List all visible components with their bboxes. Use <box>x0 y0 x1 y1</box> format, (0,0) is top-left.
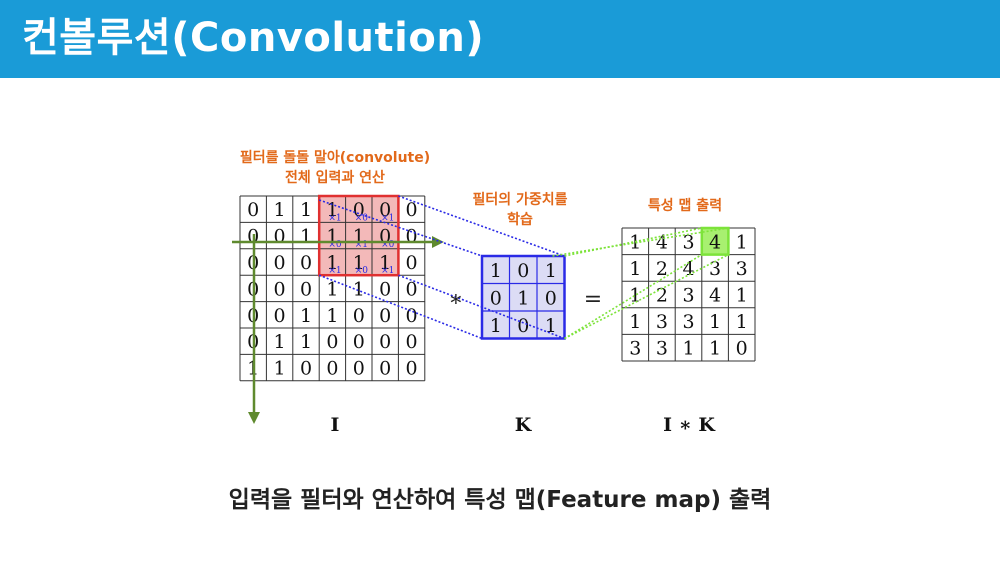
output-cell-value: 1 <box>629 258 641 280</box>
output-cell-value: 4 <box>656 231 668 253</box>
kernel-cell-value: 0 <box>490 287 502 309</box>
kernel-cell-value: 1 <box>517 287 529 309</box>
input-cell-value: 0 <box>274 226 286 248</box>
input-cell-value: 0 <box>274 305 286 327</box>
convolution-diagram: 0111000001110000011100001100001100001100… <box>232 194 756 436</box>
kernel-cell-value: 1 <box>545 260 557 282</box>
input-cell-value: 0 <box>406 252 418 274</box>
input-cell-value: 0 <box>274 278 286 300</box>
window-kernel-projection-line <box>398 195 565 257</box>
output-cell-value: 1 <box>629 311 641 333</box>
output-cell-value: 1 <box>682 338 694 360</box>
input-cell-value: 0 <box>406 331 418 353</box>
input-cell-value: 0 <box>274 252 286 274</box>
window-multiplier: ×1 <box>381 213 394 223</box>
input-cell-value: 1 <box>300 199 312 221</box>
kernel-label: K <box>515 414 533 436</box>
slide-caption: 입력을 필터와 연산하여 특성 맵(Feature map) 출력 <box>228 487 772 513</box>
input-cell-value: 1 <box>326 305 338 327</box>
kernel-cell-value: 0 <box>517 260 529 282</box>
input-cell-value: 0 <box>353 358 365 380</box>
output-cell-value: 1 <box>736 285 748 307</box>
convolution-operator: ∗ <box>449 287 464 312</box>
input-cell-value: 0 <box>406 305 418 327</box>
input-cell-value: 0 <box>353 331 365 353</box>
kernel-cell-value: 1 <box>490 260 502 282</box>
output-cell-value: 4 <box>709 285 721 307</box>
output-cell-value: 1 <box>709 338 721 360</box>
input-cell-value: 0 <box>300 252 312 274</box>
input-cell-value: 0 <box>406 278 418 300</box>
output-cell-value: 4 <box>682 258 694 280</box>
output-cell-value: 3 <box>629 338 641 360</box>
input-cell-value: 1 <box>353 278 365 300</box>
input-cell-value: 1 <box>274 331 286 353</box>
kernel-cell-value: 0 <box>545 287 557 309</box>
input-cell-value: 0 <box>300 278 312 300</box>
window-multiplier: ×1 <box>328 213 341 223</box>
output-cell-value: 1 <box>736 231 748 253</box>
input-cell-value: 0 <box>326 331 338 353</box>
output-cell-value: 3 <box>682 285 694 307</box>
input-cell-value: 0 <box>406 358 418 380</box>
input-cell-value: 0 <box>379 358 391 380</box>
vertical-slide-arrowhead <box>248 412 260 424</box>
input-cell-value: 1 <box>274 358 286 380</box>
output-cell-value: 0 <box>736 338 748 360</box>
input-cell-value: 0 <box>379 278 391 300</box>
output-cell-value: 3 <box>656 311 668 333</box>
kernel-cell-value: 0 <box>517 315 529 337</box>
input-cell-value: 1 <box>300 226 312 248</box>
input-label: I <box>331 414 340 436</box>
input-cell-value: 1 <box>300 331 312 353</box>
kernel-cell-value: 1 <box>490 315 502 337</box>
input-cell-value: 0 <box>379 331 391 353</box>
input-cell-value: 0 <box>300 358 312 380</box>
input-cell-value: 1 <box>274 199 286 221</box>
input-cell-value: 0 <box>406 226 418 248</box>
input-cell-value: 1 <box>326 278 338 300</box>
input-cell-value: 0 <box>379 305 391 327</box>
equals-operator: = <box>584 287 602 312</box>
input-cell-value: 0 <box>353 305 365 327</box>
output-cell-value: 3 <box>736 258 748 280</box>
input-cell-value: 0 <box>247 199 259 221</box>
output-cell-value: 1 <box>736 311 748 333</box>
input-cell-value: 0 <box>406 199 418 221</box>
output-cell-value: 1 <box>709 311 721 333</box>
input-cell-value: 1 <box>300 305 312 327</box>
output-cell-value: 4 <box>709 231 721 253</box>
kernel-cell-value: 1 <box>545 315 557 337</box>
output-cell-value: 2 <box>656 258 668 280</box>
output-cell-value: 1 <box>629 285 641 307</box>
output-cell-value: 3 <box>682 311 694 333</box>
input-cell-value: 0 <box>326 358 338 380</box>
output-cell-value: 3 <box>656 338 668 360</box>
output-label: I ∗ K <box>663 414 716 436</box>
